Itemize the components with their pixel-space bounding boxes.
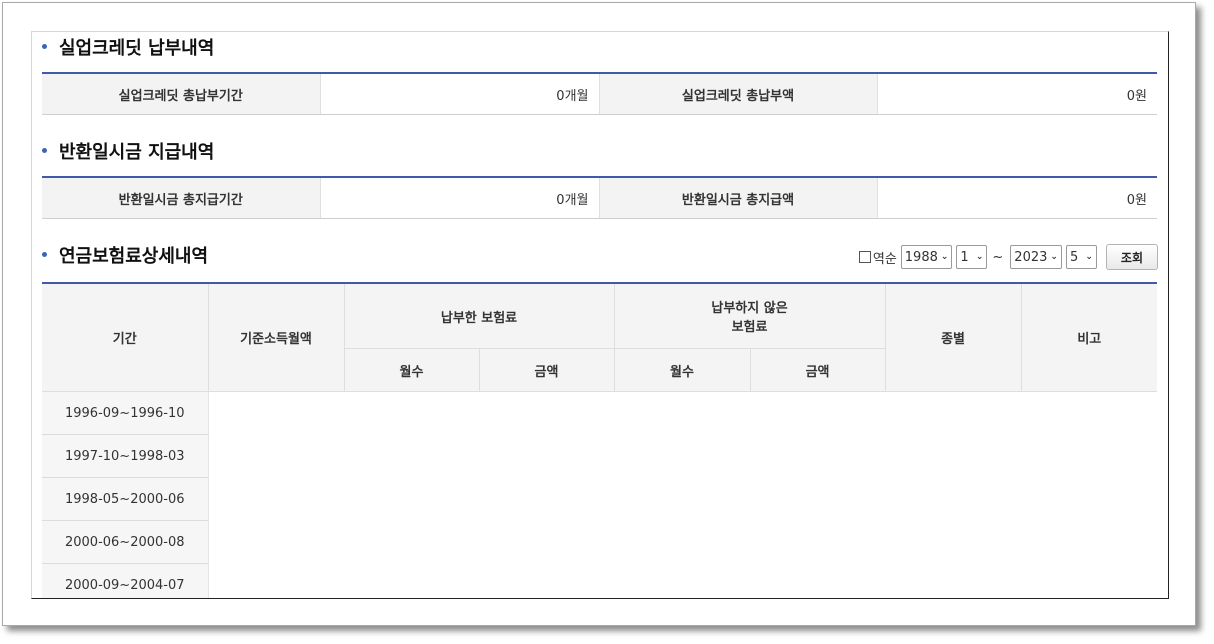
premium-detail-table: 기간 기준소득월액 납부한 보험료 납부하지 않은 보험료 종별 비고 월수 금액… bbox=[42, 282, 1158, 598]
row-period: 2000-06~2000-08 bbox=[42, 520, 209, 564]
row-period: 1997-10~1998-03 bbox=[42, 434, 209, 478]
row-period: 1996-09~1996-10 bbox=[42, 391, 209, 435]
header-paid-amount: 금액 bbox=[478, 348, 615, 392]
lumpsum-amount-label: 반환일시금 총지급액 bbox=[598, 177, 877, 219]
lumpsum-period-value: 0개월 bbox=[319, 177, 599, 219]
chevron-down-icon: ⌄ bbox=[975, 252, 984, 262]
content-panel: 실업크레딧 납부내역 실업크레딧 총납부기간 0개월 실업크레딧 총납부액 0원… bbox=[31, 31, 1169, 599]
reverse-order-label: 역순 bbox=[872, 251, 897, 267]
window-frame: 실업크레딧 납부내역 실업크레딧 총납부기간 0개월 실업크레딧 총납부액 0원… bbox=[2, 2, 1196, 626]
header-unpaid-amount: 금액 bbox=[749, 348, 886, 392]
chevron-down-icon: ⌄ bbox=[1085, 252, 1093, 262]
unemployment-period-value: 0개월 bbox=[319, 73, 599, 115]
chevron-down-icon: ⌄ bbox=[940, 252, 949, 262]
unemployment-amount-value: 0원 bbox=[876, 73, 1157, 115]
bullet-icon bbox=[42, 147, 47, 153]
unemployment-amount-label: 실업크레딧 총납부액 bbox=[598, 73, 877, 115]
to-year-select[interactable]: 2023 ⌄ bbox=[1010, 245, 1062, 269]
reverse-order-checkbox[interactable] bbox=[858, 251, 871, 263]
section-title-unemployment: 실업크레딧 납부내역 bbox=[42, 34, 214, 64]
to-month-select[interactable]: 5 ⌄ bbox=[1065, 245, 1097, 269]
blank-data-area bbox=[207, 391, 1158, 598]
header-base-income: 기준소득월액 bbox=[207, 283, 345, 392]
lumpsum-period-label: 반환일시금 총지급기간 bbox=[42, 177, 320, 219]
range-separator: ~ bbox=[992, 249, 1004, 265]
unemployment-summary-table: 실업크레딧 총납부기간 0개월 실업크레딧 총납부액 0원 bbox=[42, 72, 1157, 115]
from-month-select[interactable]: 1 ⌄ bbox=[956, 245, 988, 269]
bullet-icon bbox=[42, 251, 47, 257]
chevron-down-icon: ⌄ bbox=[1050, 252, 1058, 262]
section-title-lumpsum: 반환일시금 지급내역 bbox=[42, 138, 214, 168]
lumpsum-amount-value: 0원 bbox=[876, 177, 1157, 219]
from-year-select[interactable]: 1988 ⌄ bbox=[900, 245, 953, 269]
bullet-icon bbox=[42, 43, 47, 49]
header-paid-premium: 납부한 보험료 bbox=[343, 283, 615, 349]
table-row: 1996-09~1996-10 bbox=[42, 391, 1158, 598]
header-period: 기간 bbox=[42, 283, 209, 392]
header-note: 비고 bbox=[1020, 283, 1158, 392]
lumpsum-summary-table: 반환일시금 총지급기간 0개월 반환일시금 총지급액 0원 bbox=[42, 176, 1157, 219]
row-period: 2000-09~2004-07 bbox=[42, 563, 209, 598]
header-type: 종별 bbox=[884, 283, 1022, 392]
search-controls: 역순 1988 ⌄ 1 ⌄ ~ 2023 ⌄ 5 ⌄ 조회 bbox=[858, 244, 1158, 270]
header-unpaid-premium: 납부하지 않은 보험료 bbox=[613, 283, 886, 349]
header-unpaid-months: 월수 bbox=[613, 348, 751, 392]
search-button[interactable]: 조회 bbox=[1105, 244, 1158, 270]
section-title-detail: 연금보험료상세내역 bbox=[42, 242, 208, 272]
header-paid-months: 월수 bbox=[344, 348, 480, 392]
row-period: 1998-05~2000-06 bbox=[42, 477, 209, 521]
unemployment-period-label: 실업크레딧 총납부기간 bbox=[42, 73, 320, 115]
